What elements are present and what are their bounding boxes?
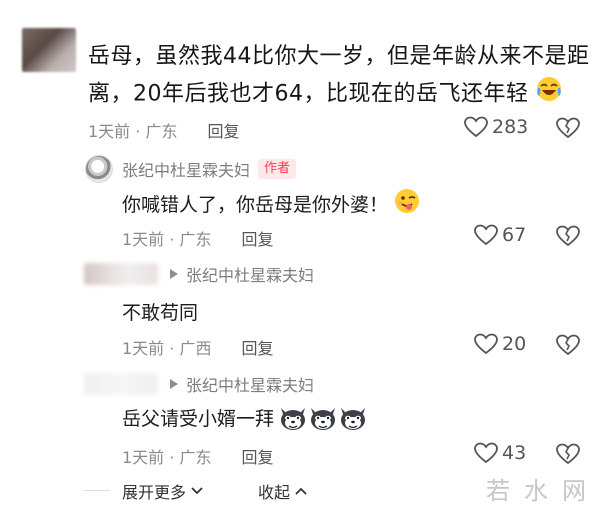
chevron-down-icon <box>191 487 203 495</box>
broken-heart-icon <box>556 443 580 465</box>
heart-icon <box>464 116 488 138</box>
reply3-text: 岳父请受小婿一拜 <box>122 408 275 430</box>
heart-icon <box>474 442 498 464</box>
broken-heart-icon <box>556 117 580 139</box>
reply3-header: 张纪中杜星霖夫妇 <box>84 372 314 396</box>
comment-meta: 1天前 · 广东 回复 <box>88 118 239 142</box>
husky-emoji-group <box>278 405 368 431</box>
reply2-like-count: 20 <box>502 333 527 355</box>
husky-dog-emoji-icon <box>341 407 366 430</box>
expand-more-button[interactable]: 展开更多 <box>122 479 204 503</box>
expand-more-label: 展开更多 <box>122 483 187 502</box>
reply1-like-count: 67 <box>502 224 527 246</box>
reply1-text: 你喊错人了，你岳母是你外婆！ <box>122 194 389 216</box>
divider <box>84 490 110 491</box>
author-avatar[interactable] <box>85 155 113 183</box>
heart-icon <box>474 224 498 246</box>
husky-dog-emoji-icon <box>281 407 306 430</box>
reply-button[interactable]: 回复 <box>207 118 239 142</box>
reply3-like-count: 43 <box>502 442 527 464</box>
collapse-button[interactable]: 收起 <box>258 479 308 503</box>
reply2-dislike-button[interactable] <box>556 334 580 356</box>
reply1-reply-button[interactable]: 回复 <box>241 226 273 250</box>
reply3-text-wrap: 岳父请受小婿一拜 <box>122 404 368 431</box>
author-badge: 作者 <box>258 159 297 179</box>
comment-text-line1: 岳母，虽然我44比你大一岁，但是年龄从来不是距 <box>88 44 590 69</box>
reply1-dislike-button[interactable] <box>556 225 580 247</box>
laughing-crying-emoji-icon <box>536 76 562 113</box>
reply2-meta: 1天前 · 广西 回复 <box>122 335 273 359</box>
reply2-reply-to[interactable]: 张纪中杜星霖夫妇 <box>186 262 314 286</box>
reply2-like-button[interactable]: 20 <box>474 333 526 355</box>
broken-heart-icon <box>556 225 580 247</box>
reply1-meta: 1天前 · 广东 回复 <box>122 226 273 250</box>
broken-heart-icon <box>556 334 580 356</box>
comment-text-line2: 离，20年后我也才64，比现在的岳飞还年轻 <box>88 81 529 107</box>
reply-arrow-icon <box>170 379 178 389</box>
reply3-reply-button[interactable]: 回复 <box>241 444 273 468</box>
reply1-header: 张纪中杜星霖夫妇 作者 <box>122 157 297 181</box>
reply1-like-button[interactable]: 67 <box>474 224 526 246</box>
reply2-time-location: 1天前 · 广西 <box>122 339 212 358</box>
blurred-username[interactable] <box>84 263 158 285</box>
husky-dog-emoji-icon <box>311 407 336 430</box>
comment-time-location: 1天前 · 广东 <box>88 122 178 141</box>
chevron-up-icon <box>295 487 307 495</box>
collapse-label: 收起 <box>258 483 291 502</box>
reply-arrow-icon <box>170 269 178 279</box>
reply2-reply-button[interactable]: 回复 <box>241 335 273 359</box>
reply3-time-location: 1天前 · 广东 <box>122 448 212 467</box>
reply3-reply-to[interactable]: 张纪中杜星霖夫妇 <box>186 372 314 396</box>
heart-icon <box>474 333 498 355</box>
reply1-text-wrap: 你喊错人了，你岳母是你外婆！ <box>122 188 420 219</box>
comment-text-line2-wrap: 离，20年后我也才64，比现在的岳飞还年轻 <box>88 76 562 113</box>
like-button[interactable]: 283 <box>464 116 528 138</box>
watermark: 若水网 <box>486 477 600 505</box>
winking-tongue-emoji-icon <box>394 188 420 219</box>
reply1-time-location: 1天前 · 广东 <box>122 230 212 249</box>
like-count: 283 <box>492 116 529 138</box>
reply2-header: 张纪中杜星霖夫妇 <box>84 262 314 286</box>
reply3-dislike-button[interactable] <box>556 443 580 465</box>
reply2-text: 不敢苟同 <box>122 302 199 324</box>
dislike-button[interactable] <box>556 117 580 139</box>
blurred-username[interactable] <box>84 373 158 395</box>
reply3-meta: 1天前 · 广东 回复 <box>122 444 273 468</box>
reply3-like-button[interactable]: 43 <box>474 442 526 464</box>
reply1-author-name[interactable]: 张纪中杜星霖夫妇 <box>122 157 250 181</box>
blurred-avatar[interactable] <box>22 28 76 72</box>
